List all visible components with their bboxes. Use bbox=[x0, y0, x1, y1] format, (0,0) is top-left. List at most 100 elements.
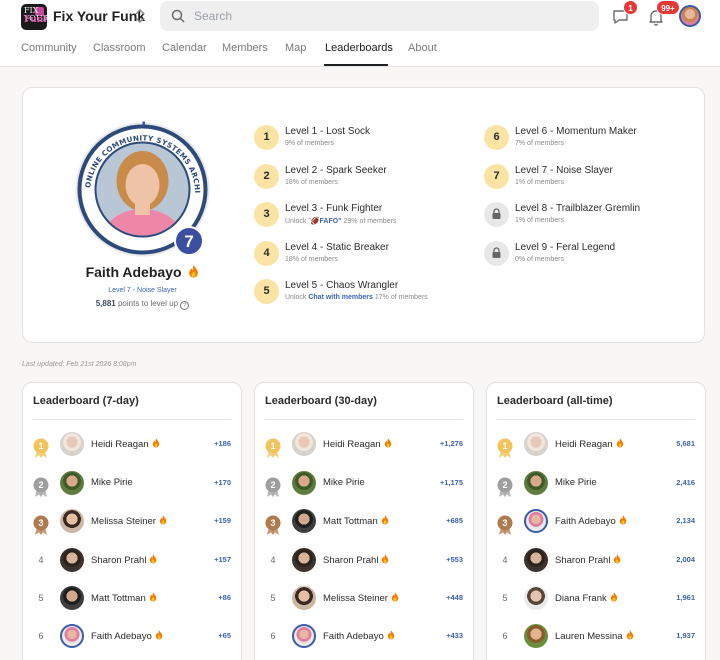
unlock-link-fafo[interactable]: FAFO" bbox=[320, 218, 342, 225]
user-avatar[interactable] bbox=[679, 5, 701, 27]
member-name[interactable]: Lauren Messina bbox=[555, 630, 634, 642]
leaderboard-row[interactable]: 6 Lauren Messina 1,937 bbox=[487, 623, 707, 653]
member-name[interactable]: Mike Pirie bbox=[323, 477, 365, 488]
avatar[interactable] bbox=[60, 548, 84, 572]
member-points: 5,681 bbox=[676, 439, 695, 448]
search-input[interactable] bbox=[194, 7, 584, 25]
avatar[interactable] bbox=[292, 548, 316, 572]
leaderboard-row[interactable]: 1 Heidi Reagan 5,681 bbox=[487, 431, 707, 461]
member-name[interactable]: Faith Adebayo bbox=[555, 515, 627, 527]
leaderboard-row[interactable]: 4 Sharon Prahl +553 bbox=[255, 547, 475, 577]
member-name[interactable]: Melissa Steiner bbox=[323, 592, 399, 604]
leaderboard-row[interactable]: 1 Heidi Reagan +186 bbox=[23, 431, 243, 461]
leaderboard-row[interactable]: 3 Faith Adebayo 2,134 bbox=[487, 508, 707, 538]
lock-icon bbox=[492, 247, 501, 258]
profile-level-label: Level 7 - Noise Slayer bbox=[108, 287, 177, 294]
leaderboard-row[interactable]: 5 Melissa Steiner +448 bbox=[255, 585, 475, 615]
member-name[interactable]: Sharon Prahl bbox=[323, 554, 389, 566]
member-points: +685 bbox=[446, 516, 463, 525]
avatar[interactable] bbox=[60, 432, 84, 456]
profile-name[interactable]: Faith Adebayo bbox=[60, 264, 225, 280]
level-members-share: 18% of members bbox=[285, 256, 338, 263]
avatar[interactable] bbox=[292, 471, 316, 495]
avatar[interactable] bbox=[524, 509, 548, 533]
level-members-share: 9% of members bbox=[285, 140, 335, 147]
leaderboard-row[interactable]: 2 Mike Pirie +1,175 bbox=[255, 470, 475, 500]
nav-tabs: Community Classroom Calendar Members Map… bbox=[0, 33, 720, 67]
avatar[interactable] bbox=[524, 548, 548, 572]
tab-members[interactable]: Members bbox=[222, 42, 268, 54]
leaderboard-row[interactable]: 5 Matt Tottman +86 bbox=[23, 585, 243, 615]
leaderboard-row[interactable]: 6 Faith Adebayo +65 bbox=[23, 623, 243, 653]
member-name[interactable]: Sharon Prahl bbox=[91, 554, 157, 566]
avatar[interactable] bbox=[292, 509, 316, 533]
search-bar[interactable] bbox=[160, 1, 599, 31]
member-name-text: Matt Tottman bbox=[323, 516, 378, 527]
avatar[interactable] bbox=[524, 471, 548, 495]
flame-icon bbox=[381, 515, 388, 525]
tab-about[interactable]: About bbox=[408, 42, 437, 54]
flame-icon bbox=[614, 554, 621, 564]
flame-icon bbox=[391, 592, 399, 602]
tab-leaderboards[interactable]: Leaderboards bbox=[325, 42, 393, 54]
community-name[interactable]: Fix Your Funk bbox=[53, 8, 145, 24]
avatar[interactable] bbox=[524, 586, 548, 610]
leaderboard-7-day: Leaderboard (7-day) 1 Heidi Reagan +186 2 Mi… bbox=[22, 382, 242, 660]
avatar[interactable] bbox=[60, 624, 84, 648]
member-name[interactable]: Heidi Reagan bbox=[555, 438, 624, 450]
tab-classroom[interactable]: Classroom bbox=[93, 42, 146, 54]
leaderboard-row[interactable]: 3 Melissa Steiner +159 bbox=[23, 508, 243, 538]
notification-badge: 99+ bbox=[656, 0, 680, 15]
unlock-link-chat[interactable]: Chat with members bbox=[308, 294, 373, 301]
leaderboard-row[interactable]: 2 Mike Pirie +170 bbox=[23, 470, 243, 500]
tab-map[interactable]: Map bbox=[285, 42, 306, 54]
member-name[interactable]: Matt Tottman bbox=[323, 515, 389, 527]
help-icon[interactable]: ? bbox=[180, 301, 190, 310]
leaderboard-row[interactable]: 6 Faith Adebayo +433 bbox=[255, 623, 475, 653]
member-name[interactable]: Mike Pirie bbox=[91, 477, 133, 488]
member-name[interactable]: Heidi Reagan bbox=[323, 438, 392, 450]
level-number-badge: 2 bbox=[254, 164, 279, 189]
avatar[interactable] bbox=[524, 624, 548, 648]
member-name[interactable]: Melissa Steiner bbox=[91, 515, 167, 527]
tab-community[interactable]: Community bbox=[21, 42, 77, 54]
chevron-updown-icon[interactable] bbox=[133, 7, 147, 25]
avatar[interactable] bbox=[60, 509, 84, 533]
member-name-text: Mike Pirie bbox=[323, 477, 365, 488]
tab-calendar[interactable]: Calendar bbox=[162, 42, 207, 54]
leaderboard-row[interactable]: 4 Sharon Prahl +157 bbox=[23, 547, 243, 577]
leaderboard-30-day: Leaderboard (30-day) 1 Heidi Reagan +1,276… bbox=[254, 382, 474, 660]
leaderboard-row[interactable]: 4 Sharon Prahl 2,004 bbox=[487, 547, 707, 577]
leaderboard-title: Leaderboard (7-day) bbox=[33, 395, 139, 407]
member-name[interactable]: Faith Adebayo bbox=[323, 630, 395, 642]
leaderboard-row[interactable]: 5 Diana Frank 1,961 bbox=[487, 585, 707, 615]
avatar[interactable] bbox=[292, 624, 316, 648]
member-name[interactable]: Diana Frank bbox=[555, 592, 618, 604]
avatar[interactable] bbox=[524, 432, 548, 456]
member-name[interactable]: Matt Tottman bbox=[91, 592, 157, 604]
medal-icon: 2 bbox=[497, 477, 513, 497]
leaderboard-row[interactable]: 3 Matt Tottman +685 bbox=[255, 508, 475, 538]
member-name-text: Heidi Reagan bbox=[91, 439, 149, 450]
flame-icon bbox=[616, 438, 623, 448]
leaderboard-row[interactable]: 2 Mike Pirie 2,416 bbox=[487, 470, 707, 500]
rank-number: 4 bbox=[502, 555, 508, 565]
avatar[interactable] bbox=[292, 586, 316, 610]
member-name[interactable]: Faith Adebayo bbox=[91, 630, 163, 642]
level-members-share: 0% of members bbox=[515, 256, 565, 263]
lock-icon bbox=[492, 208, 501, 219]
active-tab-indicator bbox=[324, 64, 388, 66]
avatar[interactable] bbox=[60, 586, 84, 610]
avatar[interactable] bbox=[60, 471, 84, 495]
level-number-badge: 7 bbox=[484, 164, 509, 189]
leaderboard-row[interactable]: 1 Heidi Reagan +1,276 bbox=[255, 431, 475, 461]
rank-number: 5 bbox=[270, 593, 276, 603]
member-name[interactable]: Mike Pirie bbox=[555, 477, 597, 488]
member-name[interactable]: Heidi Reagan bbox=[91, 438, 160, 450]
medal-icon: 2 bbox=[265, 477, 281, 497]
flame-icon bbox=[150, 554, 157, 564]
member-name[interactable]: Sharon Prahl bbox=[555, 554, 621, 566]
avatar[interactable] bbox=[292, 432, 316, 456]
flame-icon bbox=[619, 515, 626, 525]
community-logo[interactable]: FIX YOUR Funk bbox=[21, 4, 47, 30]
